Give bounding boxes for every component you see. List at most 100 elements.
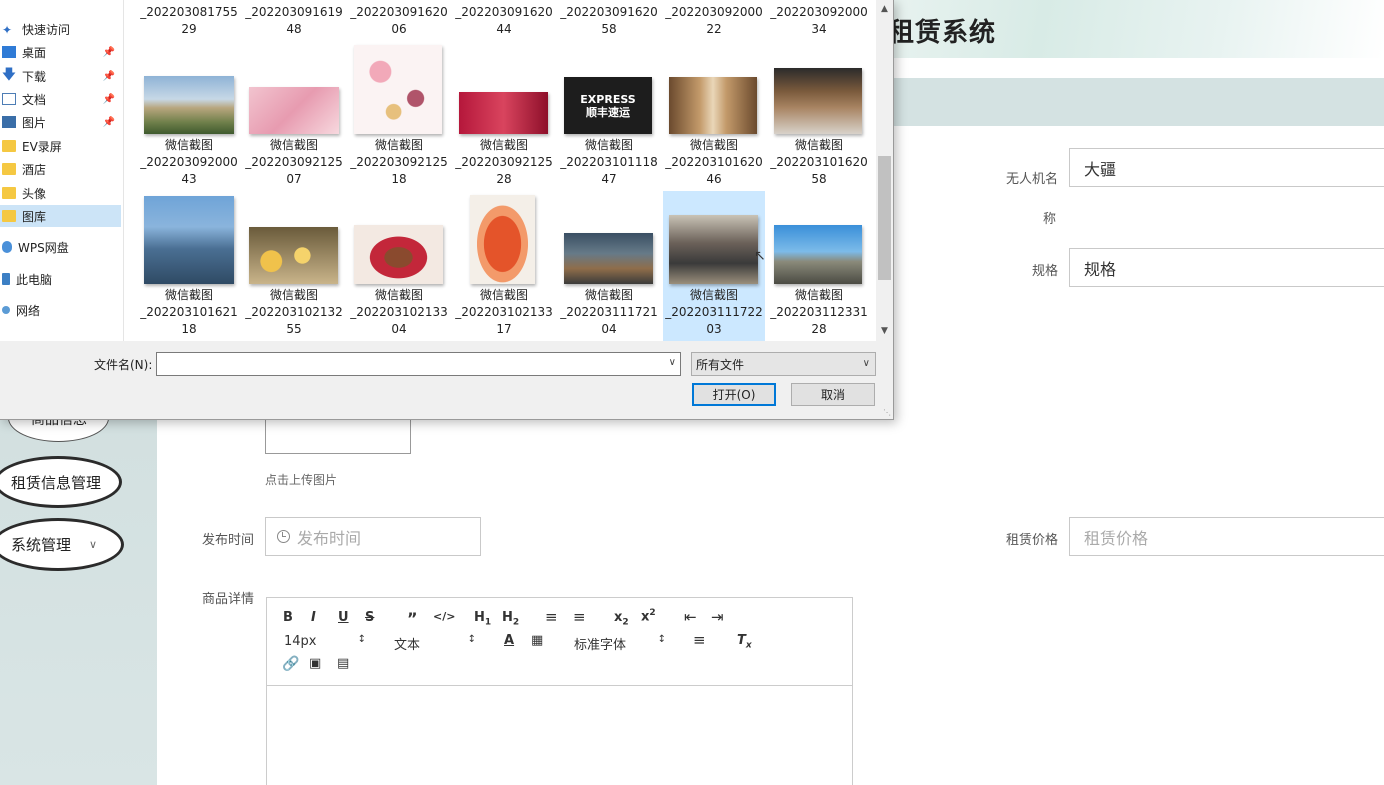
link-icon[interactable]: 🔗: [282, 656, 299, 672]
scrollbar-thumb[interactable]: [878, 156, 891, 280]
thumbnail-skyscrapers[interactable]: [144, 196, 234, 284]
nav-hotel[interactable]: 酒店: [0, 158, 121, 180]
file-name-line: _202203102132: [245, 305, 343, 319]
nav-network[interactable]: 网络: [0, 299, 121, 321]
thumbnail-building-entrance[interactable]: [564, 233, 653, 284]
file-item-name[interactable]: _202203092000 22: [663, 4, 765, 38]
ordered-list-icon[interactable]: ≡: [545, 608, 558, 626]
file-name-line: 48: [286, 22, 302, 36]
file-item-name[interactable]: 微信截图 _202203102132 55: [243, 287, 345, 338]
strikethrough-icon[interactable]: S: [365, 610, 374, 625]
file-item-name[interactable]: 微信截图 _202203101620 46: [663, 137, 765, 188]
document-icon: [2, 93, 16, 105]
italic-icon[interactable]: I: [311, 610, 316, 625]
file-item-name[interactable]: 微信截图 _202203092000 43: [138, 137, 240, 188]
file-item-name[interactable]: _202203091619 48: [243, 4, 345, 38]
file-name-line: 微信截图: [689, 288, 738, 302]
file-item-name[interactable]: 微信截图 _202203092125 07: [243, 137, 345, 188]
file-item-name[interactable]: _202203091620 58: [558, 4, 660, 38]
font-size-select[interactable]: 14px ↕: [284, 634, 366, 649]
bullet-list-icon[interactable]: ≡: [573, 608, 586, 626]
indent-icon[interactable]: ⇥: [711, 608, 724, 626]
file-item-name[interactable]: _202203091620 44: [453, 4, 555, 38]
rent-price-input[interactable]: 租赁价格: [1069, 517, 1384, 556]
thumbnail-makeup-flatlay[interactable]: [354, 45, 442, 134]
underline-icon[interactable]: U: [338, 610, 349, 625]
text-type-select[interactable]: 文本 ↕: [394, 634, 476, 653]
thumbnail-drone[interactable]: [774, 225, 862, 284]
subscript-icon[interactable]: x2: [614, 610, 629, 628]
align-icon[interactable]: ≡: [693, 631, 706, 649]
font-color-icon[interactable]: A: [504, 633, 514, 648]
folder-icon: [2, 210, 16, 222]
background-color-icon[interactable]: ▦: [531, 633, 543, 648]
nav-ev-recordings[interactable]: EV录屏: [0, 135, 121, 157]
bold-icon[interactable]: B: [283, 610, 293, 625]
sidebar-item-rental-management[interactable]: 租赁信息管理: [0, 456, 122, 508]
file-item-name[interactable]: _202203081755 29: [138, 4, 240, 38]
spec-input[interactable]: 规格: [1069, 248, 1384, 287]
thumbnail-bookstore[interactable]: [774, 68, 862, 134]
file-name-line: 微信截图: [374, 138, 423, 152]
nav-documents[interactable]: 文档 📌: [0, 88, 121, 110]
file-item-name[interactable]: 微信截图 _202203102133 04: [348, 287, 450, 338]
scroll-up-icon[interactable]: ▲: [876, 4, 893, 14]
file-name-line: 07: [286, 172, 302, 186]
file-item-name[interactable]: _202203092000 34: [768, 4, 870, 38]
video-icon[interactable]: ▤: [337, 656, 349, 671]
file-item-name[interactable]: 微信截图 _202203101620 58: [768, 137, 870, 188]
file-item-name[interactable]: 微信截图 _202203102133 17: [453, 287, 555, 338]
file-item-name[interactable]: 微信截图 _202203101621 18: [138, 287, 240, 338]
quote-icon[interactable]: ”: [407, 609, 418, 628]
resize-grip-icon[interactable]: ⋱: [883, 408, 891, 417]
nav-pictures[interactable]: 图片 📌: [0, 111, 121, 133]
superscript-icon[interactable]: x2: [641, 608, 656, 624]
vertical-scrollbar[interactable]: ▲ ▼: [876, 0, 893, 341]
file-item-name[interactable]: 微信截图 _202203092125 28: [453, 137, 555, 188]
thumbnail-street-store[interactable]: [669, 215, 758, 284]
clear-format-icon[interactable]: Tx: [737, 633, 752, 651]
header2-icon[interactable]: H2: [502, 610, 519, 628]
rich-text-editor[interactable]: B I U S ” </> H1 H2 ≡ ≡ x2 x2 ⇤ ⇥ 14px ↕…: [266, 597, 853, 785]
file-item-name[interactable]: 微信截图 _202203092125 18: [348, 137, 450, 188]
thumbnail-red-banner[interactable]: [459, 92, 548, 134]
thumbnail-meat-dish[interactable]: [354, 225, 443, 284]
thumbnail-hotel-building[interactable]: [144, 76, 234, 134]
header1-icon[interactable]: H1: [474, 610, 491, 628]
chevron-down-icon[interactable]: ∨: [669, 357, 676, 368]
image-icon[interactable]: ▣: [309, 656, 321, 671]
open-button[interactable]: 打开(O): [692, 383, 776, 406]
scroll-down-icon[interactable]: ▼: [876, 326, 893, 336]
thumbnail-dessert-bowls[interactable]: [249, 227, 338, 284]
file-name-line: 17: [496, 322, 512, 336]
nav-gallery[interactable]: 图库: [0, 205, 121, 227]
nav-wps-drive[interactable]: WPS网盘: [0, 236, 121, 258]
nav-desktop[interactable]: 桌面 📌: [0, 41, 121, 63]
cancel-button[interactable]: 取消: [791, 383, 875, 406]
file-item-name[interactable]: 微信截图 _202203101118 47: [558, 137, 660, 188]
publish-time-input[interactable]: 发布时间: [265, 517, 481, 556]
thumbnail-shrimp-dish[interactable]: [470, 195, 535, 284]
filename-input[interactable]: ∨: [156, 352, 681, 376]
file-item-name[interactable]: 微信截图 _202203112331 28: [768, 287, 870, 338]
code-icon[interactable]: </>: [433, 610, 455, 623]
file-item-name[interactable]: 微信截图 _202203111722 03: [663, 287, 765, 338]
nav-avatar[interactable]: 头像: [0, 182, 121, 204]
font-family-select[interactable]: 标准字体 ↕: [574, 634, 666, 653]
file-item-name[interactable]: 微信截图 _202203111721 04: [558, 287, 660, 338]
nav-downloads[interactable]: 🡇 下载 📌: [0, 65, 121, 87]
file-name-line: 28: [811, 322, 827, 336]
thumbnail-pink-cosmetics[interactable]: [249, 87, 339, 134]
drone-name-input[interactable]: 大疆: [1069, 148, 1384, 187]
network-icon: [2, 306, 10, 314]
nav-quick-access[interactable]: ✦ 快速访问: [0, 18, 121, 40]
file-item-name[interactable]: _202203091620 06: [348, 4, 450, 38]
select-arrows-icon: ↕: [467, 634, 476, 645]
outdent-icon[interactable]: ⇤: [684, 608, 697, 626]
thumbnail-store-interior[interactable]: [669, 77, 757, 134]
filetype-select[interactable]: 所有文件 ∨: [691, 352, 876, 376]
nav-this-pc[interactable]: 此电脑: [0, 268, 121, 290]
thumbnail-sf-express[interactable]: EXPRESS 顺丰速运: [564, 77, 652, 134]
font-family-value: 标准字体: [574, 638, 627, 653]
nav-label: EV录屏: [22, 139, 62, 154]
